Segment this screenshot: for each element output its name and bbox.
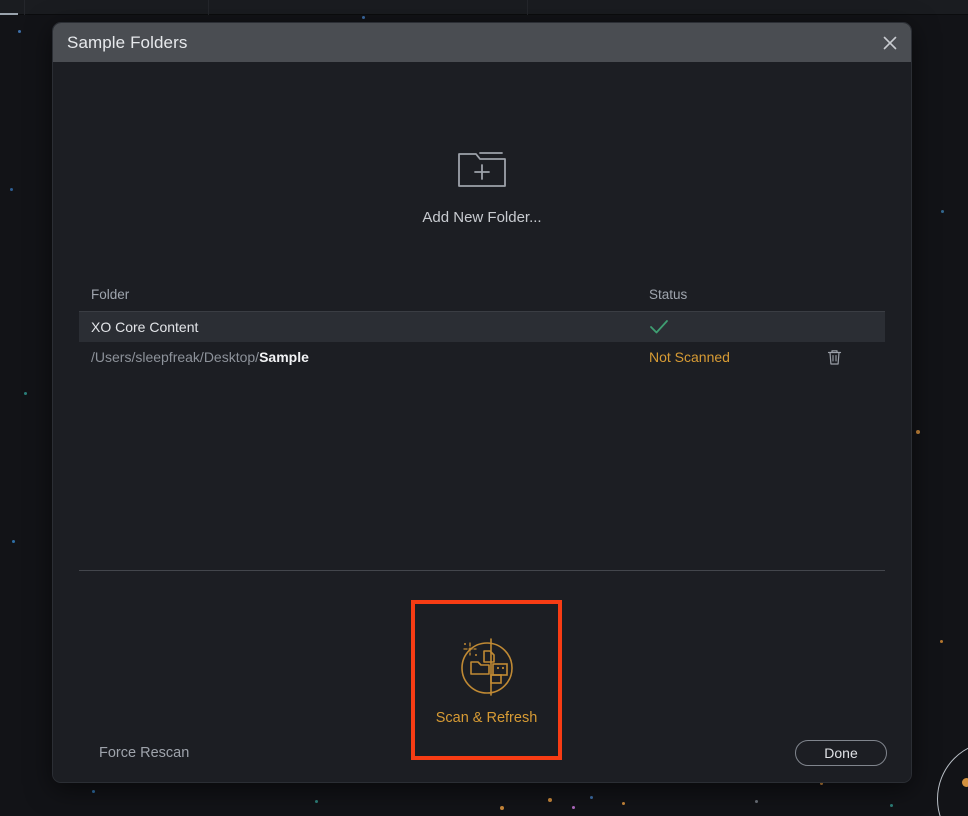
status-badge: Not Scanned [649,349,730,365]
folders-table: Folder Status XO Core Content /Users/sle… [79,287,885,372]
desktop-particle [622,802,625,805]
desktop-particle [548,798,552,802]
desktop-particle [500,806,504,810]
table-header-row: Folder Status [79,287,885,311]
dialog-footer: Force Rescan Done [53,722,911,782]
desktop-background: Sample Folders Add New Folder... Folder … [0,0,968,816]
done-button[interactable]: Done [795,740,887,766]
toolbar-divider [24,0,25,15]
sample-folders-dialog: Sample Folders Add New Folder... Folder … [52,22,912,783]
desktop-particle [755,800,758,803]
table-row[interactable]: XO Core Content [79,312,885,342]
desktop-particle [362,16,365,19]
table-row[interactable]: /Users/sleepfreak/Desktop/Sample Not Sca… [79,342,885,372]
toolbar-divider [527,0,528,15]
add-new-folder-label: Add New Folder... [422,209,542,226]
status-cell [649,319,809,335]
section-divider [79,570,885,571]
column-header-status: Status [649,287,688,302]
desktop-particle [24,392,27,395]
desktop-particle [18,30,21,33]
folder-path-prefix: /Users/sleepfreak/Desktop/ [91,349,260,365]
scan-refresh-button[interactable]: Scan & Refresh [436,634,537,726]
close-icon[interactable] [879,32,901,54]
trash-icon[interactable] [827,349,842,366]
add-new-folder-button[interactable]: Add New Folder... [53,146,911,226]
dialog-titlebar: Sample Folders [53,23,911,62]
desktop-particle [10,188,13,191]
desktop-particle [590,796,593,799]
force-rescan-link[interactable]: Force Rescan [99,745,189,761]
column-header-folder: Folder [91,287,130,302]
desktop-particle [315,800,318,803]
desktop-particle [12,540,15,543]
scan-refresh-icon [455,634,519,698]
dialog-title: Sample Folders [67,32,188,52]
background-tab-indicator [0,13,18,15]
decorative-dot [962,778,968,787]
folder-path-name: Sample [259,349,309,365]
desktop-particle [890,804,893,807]
folder-path: /Users/sleepfreak/Desktop/Sample [91,349,649,365]
desktop-particle [916,430,920,434]
toolbar-divider [208,0,209,15]
dialog-body: Add New Folder... Folder Status XO Core … [53,62,911,782]
check-icon [649,319,809,335]
desktop-particle [572,806,575,809]
background-window-toolbar [0,0,968,15]
desktop-particle [941,210,944,213]
folder-plus-icon [456,146,508,190]
desktop-particle [92,790,95,793]
folder-name: XO Core Content [91,319,199,335]
desktop-particle [940,640,943,643]
